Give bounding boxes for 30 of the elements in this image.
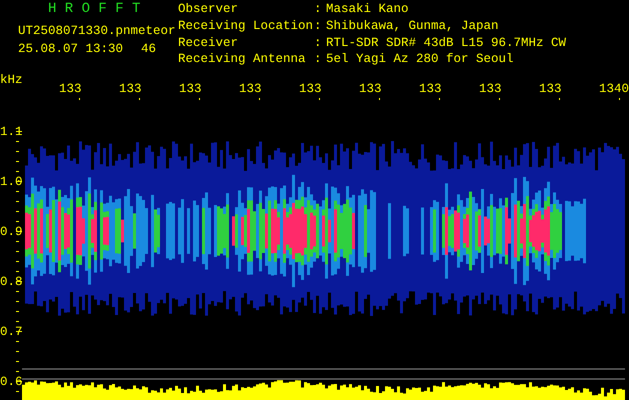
time-axis-label: 133: [479, 82, 502, 96]
file-name: UT2508071330.pn: [18, 25, 131, 38]
frequency-axis-label: 0.7: [0, 325, 23, 339]
info-label: Receiving Location: [178, 20, 314, 35]
time-axis-label: 1340: [599, 82, 629, 96]
time-axis-label: 133: [419, 82, 442, 96]
info-label: Receiver: [178, 36, 240, 52]
time-axis-label: 133: [239, 82, 262, 96]
time-axis-label: 133: [299, 82, 322, 96]
time-axis-label: 133: [59, 82, 82, 96]
date-time: 25.08.07 13:30: [18, 43, 124, 56]
time-axis-label: 133: [119, 82, 142, 96]
info-separator: :: [314, 20, 323, 35]
info-value: 5el Yagi Az 280 for Seoul: [326, 53, 515, 68]
frequency-axis-label: 1.1: [0, 125, 23, 139]
time-axis-label: 133: [179, 82, 202, 96]
time-axis-label: 133: [539, 82, 562, 96]
info-label: Receiving Antenna: [178, 53, 307, 68]
info-value: Masaki Kano: [326, 3, 410, 18]
info-separator: :: [314, 53, 323, 68]
app-title: H R O F F T: [47, 0, 142, 16]
time-axis-label: 133: [359, 82, 382, 96]
meteor-label: meteor: [130, 23, 176, 38]
info-value: Shibukawa, Gunma, Japan: [326, 20, 500, 35]
info-value: RTL-SDR SDR# 43dB L15 96.7MHz CW: [326, 36, 566, 52]
info-separator: :: [314, 36, 323, 52]
info-label: Observer: [178, 3, 240, 18]
axis-unit: kHz: [0, 73, 23, 87]
info-separator: :: [314, 3, 323, 18]
meteor-count: 46: [141, 43, 156, 56]
